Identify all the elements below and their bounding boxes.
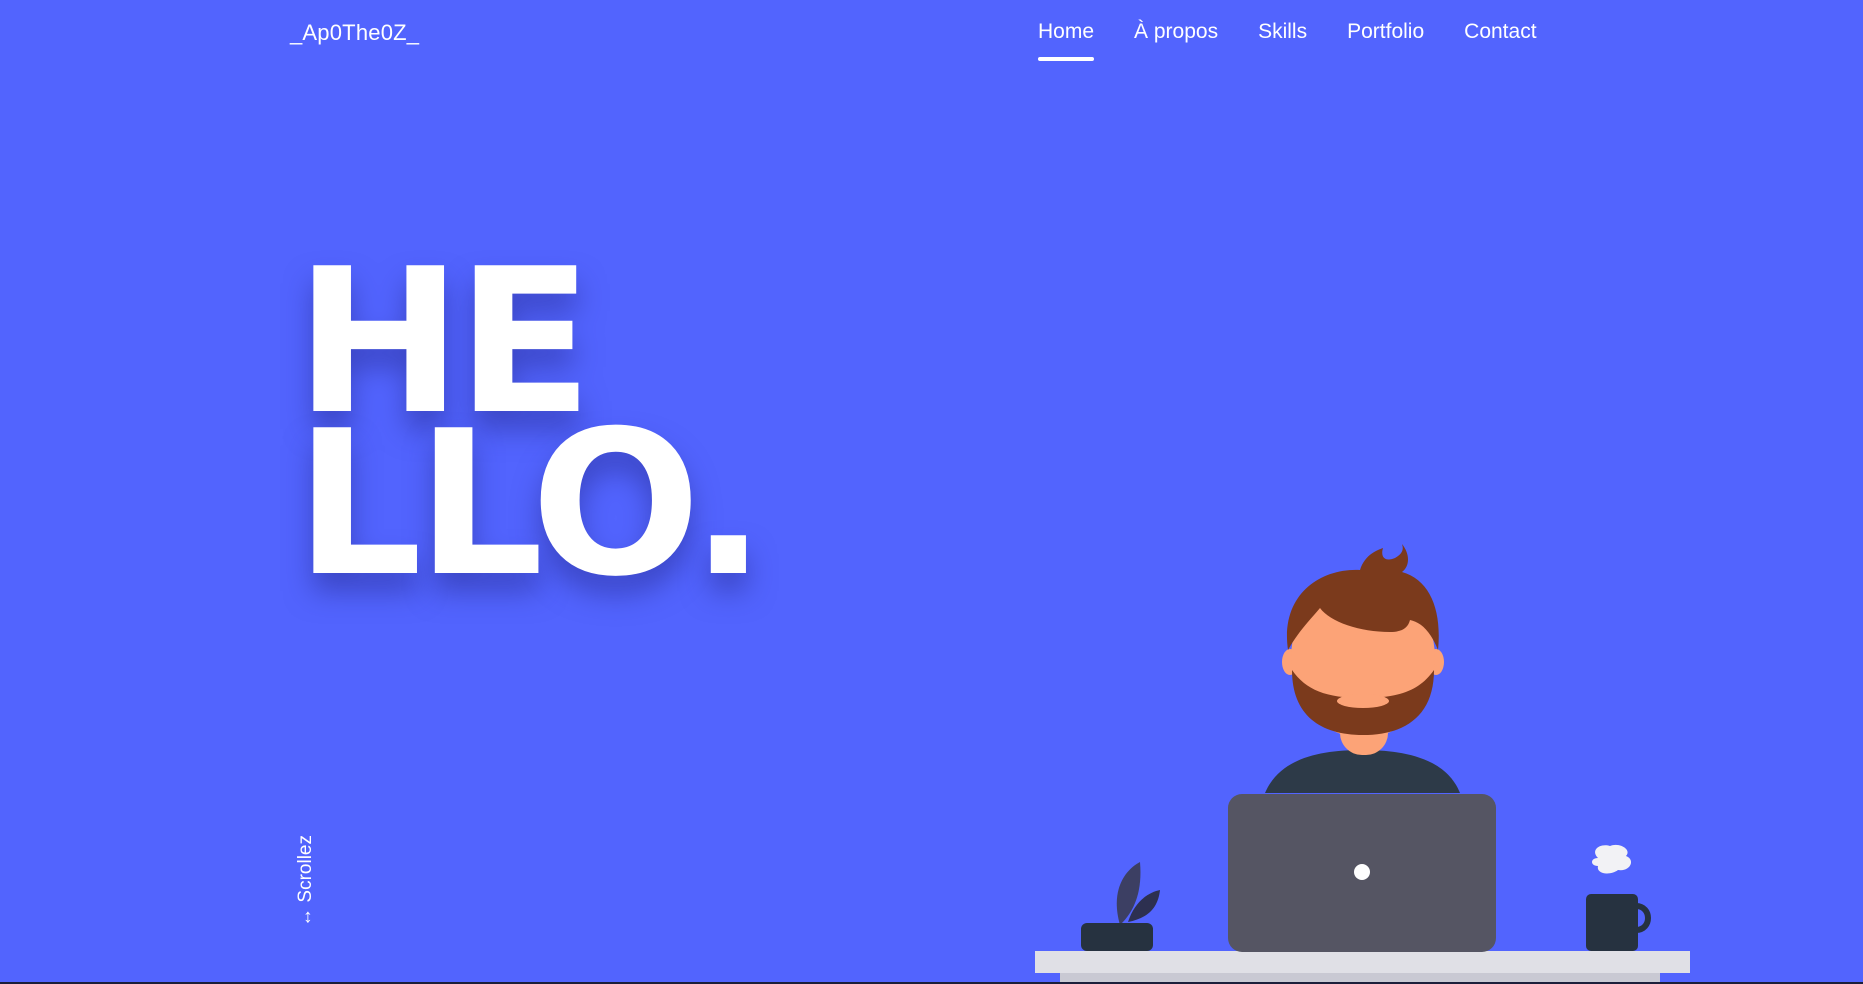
main-nav: Home À propos Skills Portfolio Contact — [1038, 20, 1577, 61]
developer-at-laptop-illustration — [1035, 544, 1690, 984]
nav-about[interactable]: À propos — [1134, 20, 1218, 44]
logo-dot-icon — [1354, 864, 1370, 880]
hero-heading-line-2: LLO. — [295, 388, 766, 621]
developer-avatar — [1265, 544, 1460, 793]
hero-heading: HE LLO. — [295, 243, 766, 621]
hero-page: _Ap0The0Z_ Home À propos Skills Portfoli… — [0, 0, 1863, 984]
nav-home[interactable]: Home — [1038, 20, 1095, 61]
desk — [1035, 951, 1690, 973]
laptop-icon — [1228, 794, 1496, 952]
plant-icon — [1081, 862, 1160, 951]
coffee-mug-icon — [1586, 844, 1651, 951]
scroll-hint[interactable]: ↔ Scrollez — [295, 835, 317, 927]
nav-skills[interactable]: Skills — [1258, 20, 1307, 44]
nav-contact[interactable]: Contact — [1464, 20, 1536, 44]
site-logo[interactable]: _Ap0The0Z_ — [290, 20, 419, 46]
nav-portfolio[interactable]: Portfolio — [1347, 20, 1424, 44]
